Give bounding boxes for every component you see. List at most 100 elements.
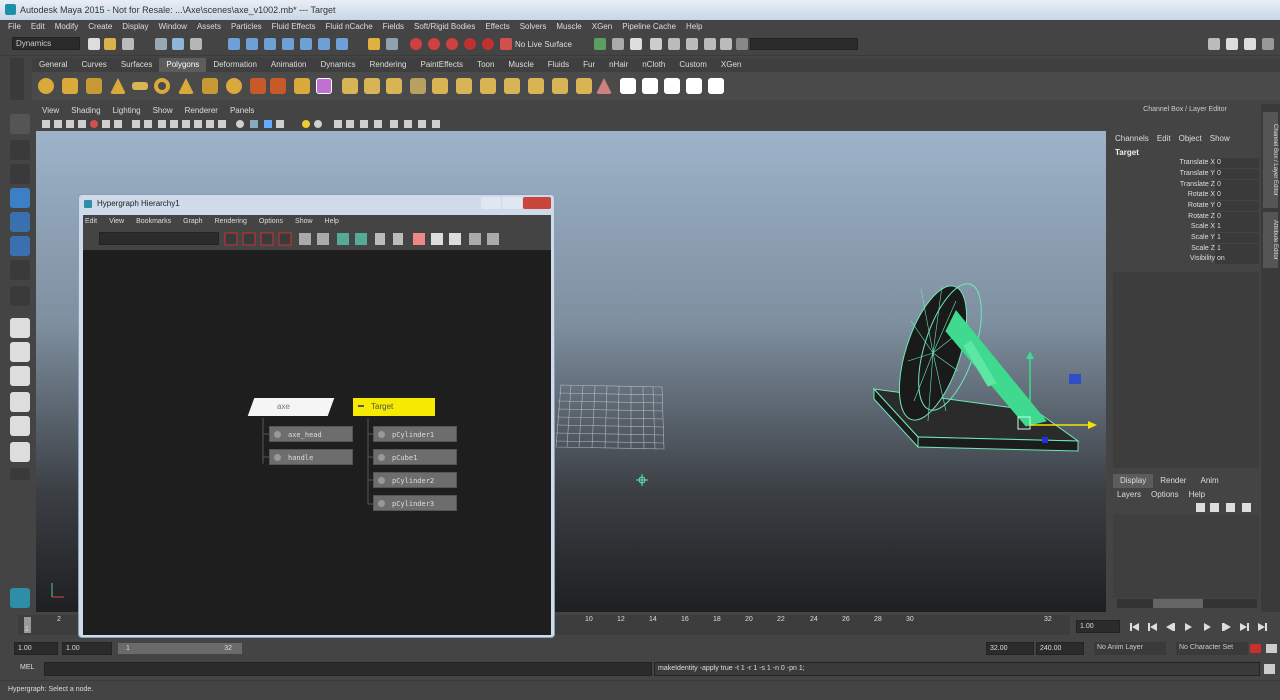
uv-planar-icon[interactable] <box>620 78 636 94</box>
step-back-key-icon[interactable] <box>1148 623 1157 631</box>
channel-value[interactable]: 1 <box>1215 244 1259 254</box>
node-pcylinder3[interactable]: pCylinder3 <box>373 495 457 511</box>
channel-rotate-z[interactable]: Rotate Z0 <box>1115 212 1259 223</box>
menu-fluid-effects[interactable]: Fluid Effects <box>272 20 316 34</box>
channel-box-gear-icon[interactable] <box>1232 117 1258 129</box>
hypergraph-bookmark-field[interactable] <box>99 232 219 245</box>
channel-translate-x[interactable]: Translate X0 <box>1115 158 1259 169</box>
channel-rotate-y[interactable]: Rotate Y0 <box>1115 201 1259 212</box>
channel-scale-z[interactable]: Scale Z1 <box>1115 244 1259 255</box>
playback-start-field[interactable]: 1.00 <box>62 642 112 655</box>
poly-pipe-icon[interactable] <box>202 78 218 94</box>
collapse-icon[interactable] <box>358 405 364 407</box>
maximize-button[interactable] <box>502 197 522 209</box>
poly-wedge-icon[interactable] <box>456 78 472 94</box>
uv-cylindrical-icon[interactable] <box>642 78 658 94</box>
menu-help[interactable]: Help <box>686 20 702 34</box>
go-to-end-icon[interactable] <box>1258 623 1267 631</box>
panel-layout-4-icon[interactable] <box>1262 38 1274 50</box>
menu-modify[interactable]: Modify <box>55 20 79 34</box>
poly-extrude-icon[interactable] <box>410 78 426 94</box>
scale-tool-icon[interactable] <box>10 236 30 256</box>
shelf-tab-deformation[interactable]: Deformation <box>206 58 264 72</box>
menu-particles[interactable]: Particles <box>231 20 262 34</box>
shelf-tab-general[interactable]: General <box>32 58 74 72</box>
hg-menu-graph[interactable]: Graph <box>183 215 202 228</box>
shelf-tab-polygons[interactable]: Polygons <box>159 58 207 72</box>
shelf-tab-painteffects[interactable]: PaintEffects <box>414 58 471 72</box>
channel-box-icon[interactable] <box>650 38 662 50</box>
hg-menu-options[interactable]: Options <box>259 215 283 228</box>
poly-smooth-icon[interactable] <box>294 78 310 94</box>
panel-menu-renderer[interactable]: Renderer <box>185 104 218 117</box>
panel-menu-lighting[interactable]: Lighting <box>113 104 141 117</box>
hg-collapse-icon[interactable] <box>469 233 481 245</box>
snap-point-icon[interactable] <box>264 38 276 50</box>
channel-value[interactable]: on <box>1215 254 1259 264</box>
hg-menu-rendering[interactable]: Rendering <box>215 215 247 228</box>
render-view-icon[interactable] <box>482 38 494 50</box>
menu-fluid-ncache[interactable]: Fluid nCache <box>326 20 373 34</box>
hg-frame-all-icon[interactable] <box>224 232 238 246</box>
poly-reduce-icon[interactable] <box>316 78 332 94</box>
shelf-options-icon[interactable] <box>10 58 24 100</box>
hg-layout-icon[interactable] <box>375 233 385 245</box>
poly-sphere-icon[interactable] <box>38 78 54 94</box>
select-hierarchy-icon[interactable] <box>155 38 167 50</box>
cb-menu-show[interactable]: Show <box>1210 134 1230 143</box>
snap-projected-icon[interactable] <box>336 38 348 50</box>
channel-value[interactable]: 1 <box>1215 222 1259 232</box>
animation-start-field[interactable]: 1.00 <box>14 642 58 655</box>
hg-rebuild-icon[interactable] <box>393 233 403 245</box>
hg-display-options-icon[interactable] <box>431 233 443 245</box>
hypergraph-canvas[interactable]: axe axe_head handle Target pCylinder1 pC… <box>83 250 551 635</box>
poly-prism-icon[interactable] <box>178 78 194 94</box>
poly-plane-icon[interactable] <box>132 82 148 90</box>
command-input[interactable] <box>44 662 652 676</box>
lasso-tool-icon[interactable] <box>10 140 30 160</box>
side-tab-attribute-editor[interactable]: Attribute Editor <box>1263 212 1278 268</box>
select-component-icon[interactable] <box>190 38 202 50</box>
hg-input-output-icon[interactable] <box>355 233 367 245</box>
poly-offset-loop-icon[interactable] <box>576 78 592 94</box>
channel-value[interactable]: 0 <box>1215 212 1259 222</box>
layer-list[interactable] <box>1113 514 1259 598</box>
poly-fill-hole-icon[interactable] <box>386 78 402 94</box>
node-target[interactable]: Target <box>353 398 435 416</box>
uv-editor-icon[interactable] <box>708 78 724 94</box>
hg-menu-view[interactable]: View <box>109 215 124 228</box>
poly-bevel-icon[interactable] <box>432 78 448 94</box>
hg-frame-hierarchy-icon[interactable] <box>260 232 274 246</box>
menu-window[interactable]: Window <box>159 20 187 34</box>
manipulator-tool-icon[interactable] <box>10 260 30 280</box>
menu-muscle[interactable]: Muscle <box>556 20 581 34</box>
current-time-field[interactable]: 1.00 <box>1076 620 1120 633</box>
history-icon[interactable] <box>368 38 380 50</box>
channel-scale-x[interactable]: Scale X1 <box>1115 222 1259 233</box>
modeling-toolkit-icon[interactable] <box>668 38 680 50</box>
panel-layout-2-icon[interactable] <box>1226 38 1238 50</box>
shelf-tab-dynamics[interactable]: Dynamics <box>313 58 362 72</box>
poly-split-icon[interactable] <box>528 78 544 94</box>
shelf-tab-surfaces[interactable]: Surfaces <box>114 58 160 72</box>
hg-menu-edit[interactable]: Edit <box>85 215 97 228</box>
render-current-icon[interactable] <box>410 38 422 50</box>
layout-icon[interactable] <box>686 38 698 50</box>
poly-cone-icon[interactable] <box>110 78 126 94</box>
panel-menu-view[interactable]: View <box>42 104 59 117</box>
step-forward-key-icon[interactable] <box>1240 623 1249 631</box>
shelf-tab-fur[interactable]: Fur <box>576 58 602 72</box>
menu-display[interactable]: Display <box>122 20 148 34</box>
poly-cube-icon[interactable] <box>62 78 78 94</box>
hg-expand-icon[interactable] <box>487 233 499 245</box>
node-pcube1[interactable]: pCube1 <box>373 449 457 465</box>
open-scene-icon[interactable] <box>104 38 116 50</box>
move-tool-icon[interactable] <box>10 188 30 208</box>
range-bar[interactable]: 1 32 <box>118 643 242 654</box>
play-forwards-icon[interactable] <box>1204 623 1211 631</box>
channel-translate-z[interactable]: Translate Z0 <box>1115 180 1259 191</box>
node-axe[interactable]: axe <box>247 398 335 416</box>
panel-menu-shading[interactable]: Shading <box>71 104 100 117</box>
attribute-editor-icon[interactable] <box>612 38 624 50</box>
layer-tab-display[interactable]: Display <box>1113 474 1154 488</box>
